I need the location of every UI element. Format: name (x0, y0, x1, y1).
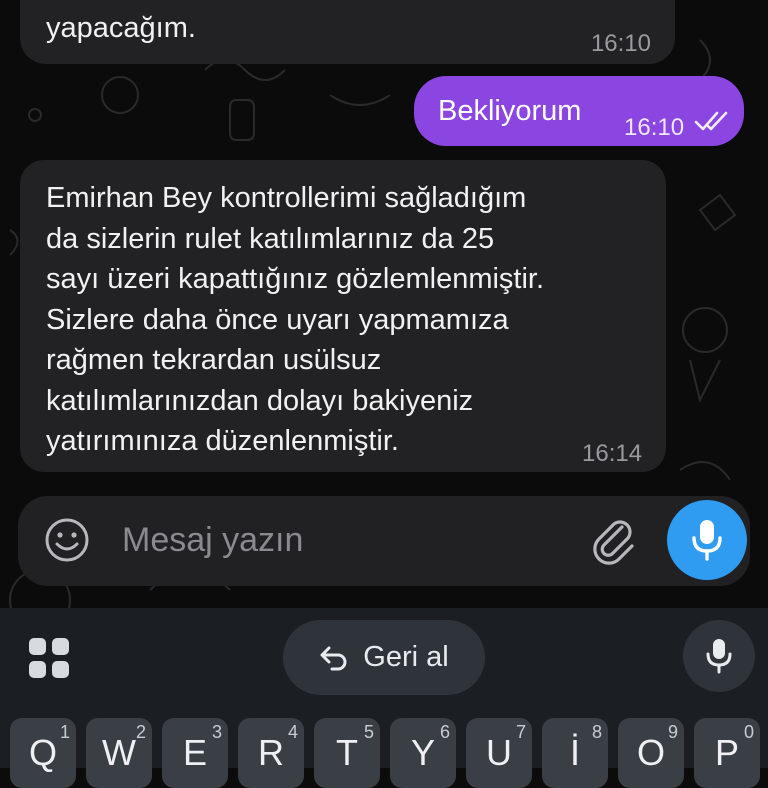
smiley-icon[interactable] (43, 516, 91, 564)
message-composer: Mesaj yazın (18, 496, 750, 586)
key-r[interactable]: 4R (238, 718, 304, 788)
keyboard: Geri al 1Q 2W 3E 4R 5T 6Y 7U 8İ 9O 0P (0, 608, 768, 788)
undo-button[interactable]: Geri al (283, 620, 485, 695)
microphone-icon (706, 639, 732, 674)
message-input[interactable]: Mesaj yazın (122, 521, 303, 560)
message-time: 16:10 (624, 114, 685, 141)
message-text: Emirhan Bey kontrollerimi sağladığım da … (46, 182, 545, 457)
key-w[interactable]: 2W (86, 718, 152, 788)
record-voice-button[interactable] (667, 500, 747, 580)
microphone-icon (692, 520, 722, 561)
message-incoming[interactable]: yapacağım. 16:10 (20, 0, 675, 64)
undo-label: Geri al (363, 641, 449, 673)
key-u[interactable]: 7U (466, 718, 532, 788)
message-text: yapacağım. (46, 12, 196, 44)
message-outgoing[interactable]: Bekliyorum 16:10 (414, 76, 744, 146)
double-check-icon (694, 111, 728, 131)
message-text: Bekliyorum (438, 95, 582, 127)
message-incoming[interactable]: Emirhan Bey kontrollerimi sağladığım da … (20, 160, 666, 472)
paperclip-icon[interactable] (586, 513, 640, 567)
message-time: 16:10 (590, 30, 651, 57)
key-q[interactable]: 1Q (10, 718, 76, 788)
undo-icon (320, 646, 347, 670)
key-y[interactable]: 6Y (390, 718, 456, 788)
key-p[interactable]: 0P (694, 718, 760, 788)
key-e[interactable]: 3E (162, 718, 228, 788)
apps-grid-icon[interactable] (26, 635, 72, 681)
key-o[interactable]: 9O (618, 718, 684, 788)
key-t[interactable]: 5T (314, 718, 380, 788)
voice-input-button[interactable] (683, 620, 755, 692)
key-i-dotted[interactable]: 8İ (542, 718, 608, 788)
message-time: 16:14 (582, 440, 643, 467)
